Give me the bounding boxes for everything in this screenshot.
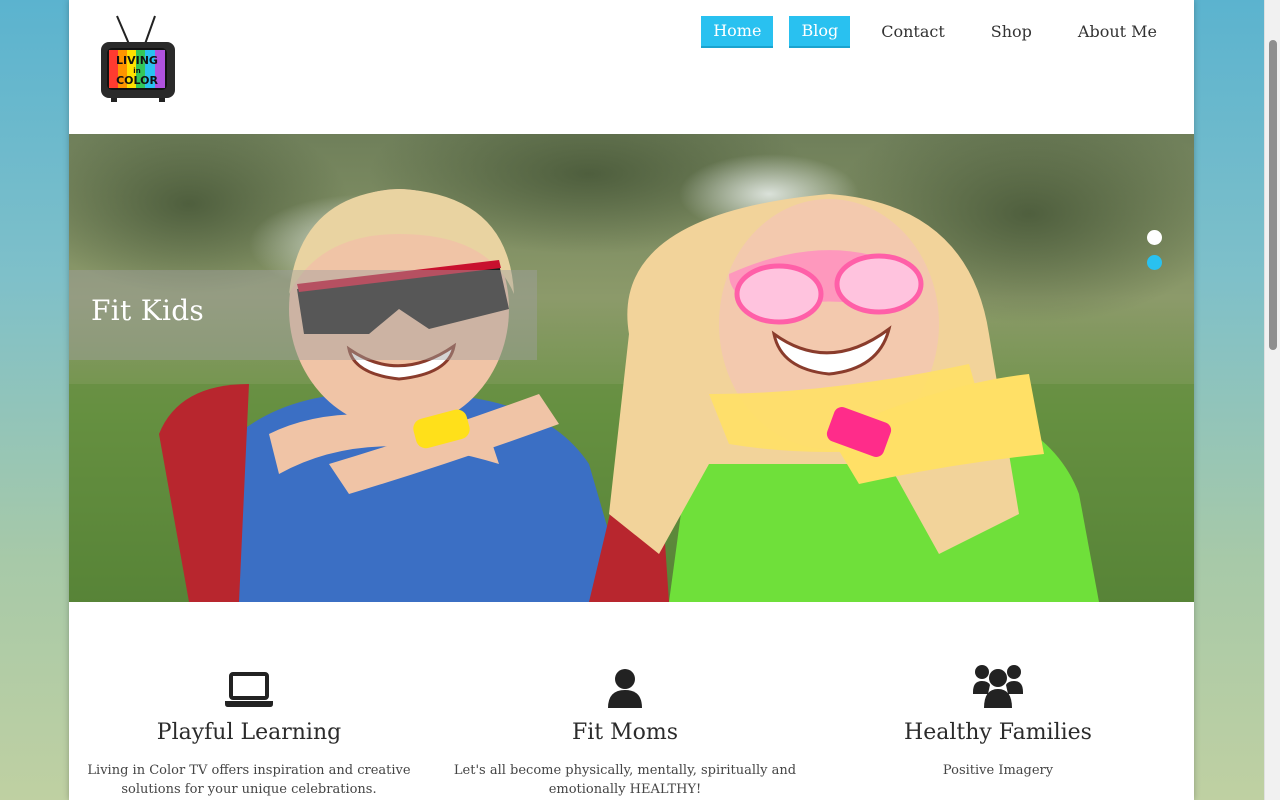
logo-text-line-1: LIVING <box>116 54 158 67</box>
feature-text: Let's all become physically, mentally, s… <box>453 763 797 797</box>
nav-home[interactable]: Home <box>701 16 774 48</box>
nav-about-me[interactable]: About Me <box>1063 17 1172 47</box>
feature-playful-learning: Playful Learning Living in Color TV offe… <box>69 658 429 799</box>
features-section: Playful Learning Living in Color TV offe… <box>69 602 1194 800</box>
feature-text: Living in Color TV offers inspiration an… <box>87 763 411 797</box>
scrollbar-thumb[interactable] <box>1269 40 1277 350</box>
nav-blog[interactable]: Blog <box>789 16 851 48</box>
site-logo[interactable]: LIVING in COLOR <box>99 14 179 102</box>
laptop-icon <box>69 658 429 708</box>
hero-photo <box>69 134 1194 602</box>
page-scrollbar[interactable] <box>1264 0 1280 800</box>
feature-title: Playful Learning <box>156 720 342 745</box>
nav-contact[interactable]: Contact <box>866 17 960 47</box>
retro-tv-logo-icon: LIVING in COLOR <box>101 15 175 102</box>
feature-title: Healthy Families <box>904 720 1092 745</box>
user-icon <box>445 658 805 708</box>
slider-dot-1[interactable] <box>1147 230 1162 245</box>
feature-healthy-families: Healthy Families Positive Imagery <box>818 658 1178 780</box>
feature-fit-moms: Fit Moms Let's all become physically, me… <box>445 658 805 799</box>
hero-slider[interactable]: Fit Kids <box>69 134 1194 602</box>
hero-caption-box: Fit Kids <box>69 270 537 360</box>
slider-pagination <box>1147 230 1162 270</box>
page-container: LIVING in COLOR Home Blog Contact Shop A… <box>69 0 1194 800</box>
hero-caption: Fit Kids <box>91 294 205 327</box>
slider-dot-2[interactable] <box>1147 255 1162 270</box>
users-group-icon <box>818 658 1178 708</box>
logo-text-line-3: COLOR <box>116 74 158 87</box>
feature-title: Fit Moms <box>571 720 679 745</box>
feature-text: Positive Imagery <box>942 763 1054 778</box>
main-nav: Home Blog Contact Shop About Me <box>701 16 1172 48</box>
nav-shop[interactable]: Shop <box>976 17 1047 47</box>
